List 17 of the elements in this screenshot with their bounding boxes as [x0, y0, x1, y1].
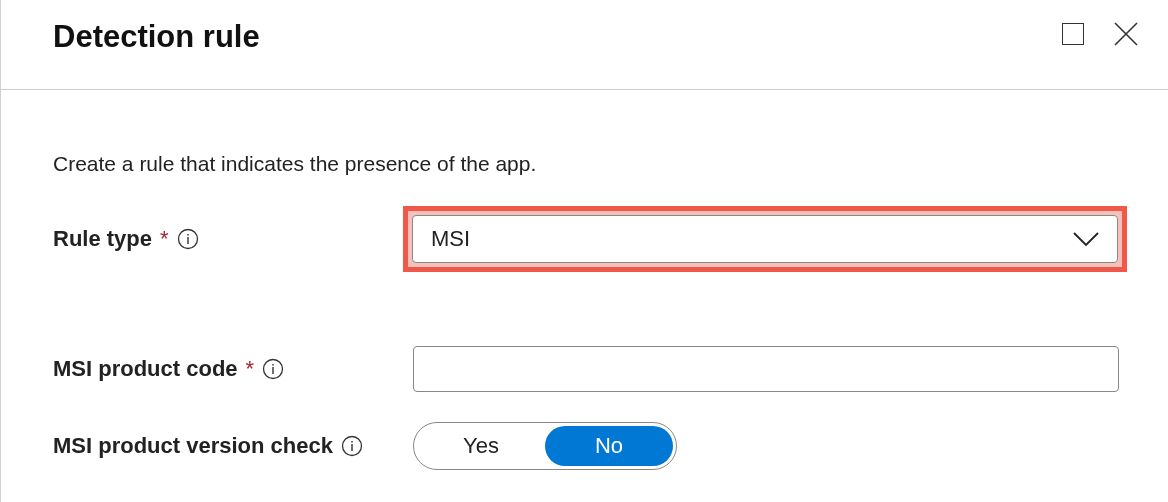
rule-type-dropdown[interactable]: MSI: [412, 214, 1118, 263]
close-icon[interactable]: [1114, 22, 1138, 46]
input-field[interactable]: [413, 345, 1119, 392]
toggle-option[interactable]: Yes: [417, 425, 545, 466]
description-text: Create a rule that indicates the presence of the app.: [53, 151, 538, 177]
toggle-option[interactable]: No: [545, 425, 673, 466]
field-label: Rule type: [53, 225, 153, 253]
field-label: MSI product version check: [53, 432, 333, 460]
info-icon[interactable]: [176, 227, 199, 250]
maximize-button[interactable]: [1062, 23, 1084, 45]
info-icon[interactable]: [262, 357, 285, 380]
required-asterisk: *: [160, 225, 169, 253]
required-asterisk: *: [245, 355, 255, 383]
panel-title: Detection rule: [53, 18, 260, 56]
chevron-down-icon: [1073, 231, 1099, 246]
info-icon[interactable]: [340, 434, 363, 457]
field-label: MSI product code: [53, 355, 238, 383]
